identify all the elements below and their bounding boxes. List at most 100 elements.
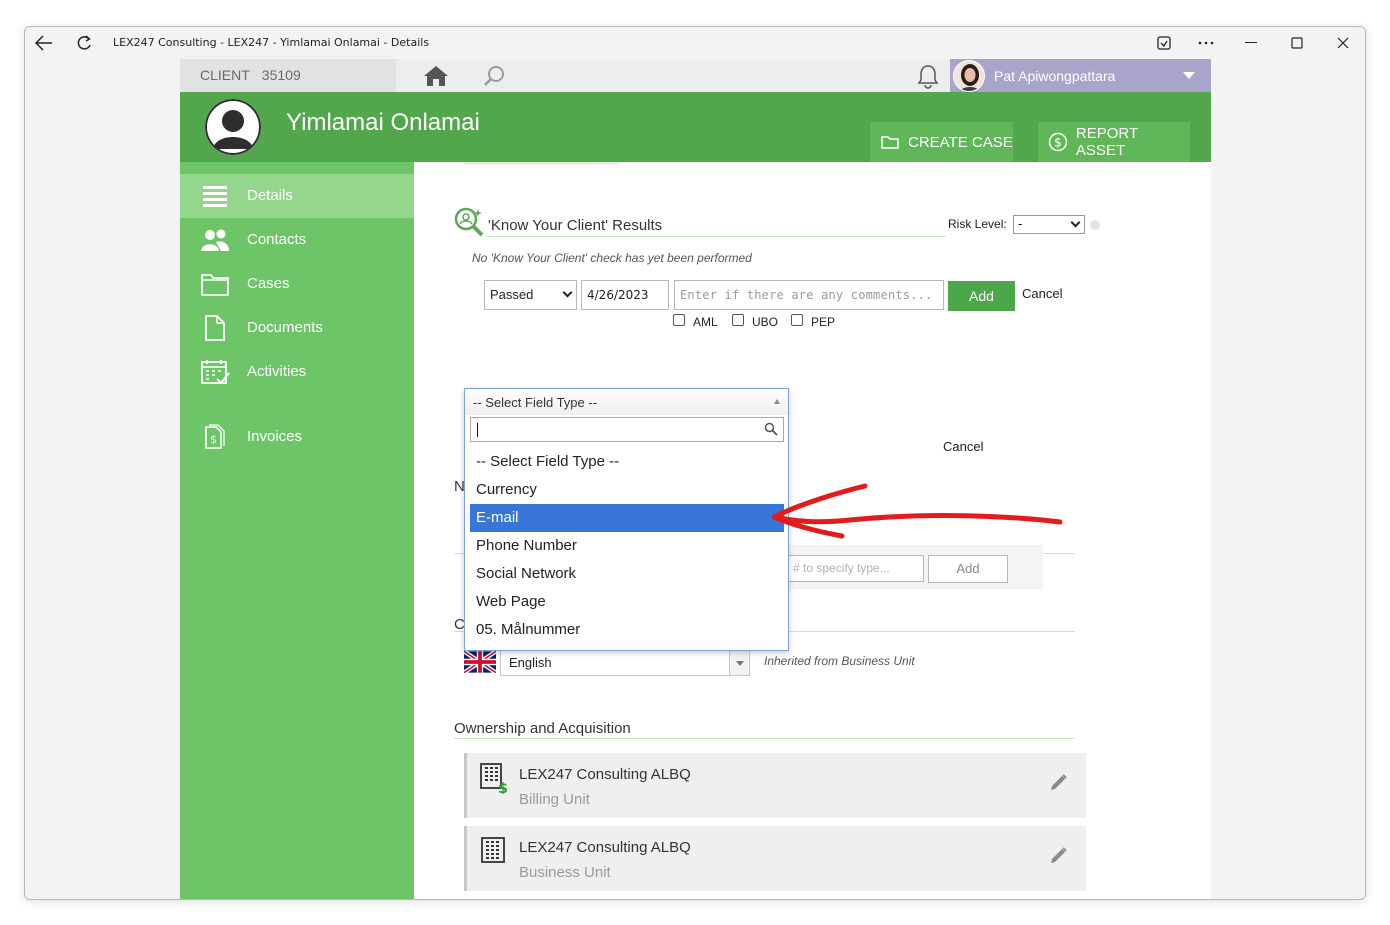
field-type-option-highlighted[interactable]: E-mail (470, 504, 784, 532)
field-type-dropdown[interactable]: -- Select Field Type -- -- Select Field … (464, 388, 789, 651)
risk-level-select[interactable]: - (1013, 215, 1085, 234)
window-title: LEX247 Consulting - LEX247 - Yimlamai On… (113, 36, 430, 49)
uk-flag-icon (462, 649, 498, 675)
field-type-selected: -- Select Field Type -- (473, 395, 598, 410)
sidebar-item-label: Invoices (247, 428, 303, 445)
chevron-down-icon (1183, 72, 1195, 79)
field-type-option[interactable]: Phone Number (470, 532, 784, 560)
details-icon (203, 186, 227, 207)
kyc-cancel-link[interactable]: Cancel (1022, 286, 1062, 301)
calendar-check-icon (201, 360, 230, 385)
sidebar-item-label: Documents (247, 319, 323, 336)
risk-level-value: - (1018, 217, 1023, 231)
document-icon (205, 315, 225, 341)
chevron-down-icon (1070, 217, 1081, 228)
field-type-option[interactable]: 05. Målnummer (470, 616, 784, 644)
contact-cancel-link[interactable]: Cancel (943, 439, 983, 454)
kyc-status-value: Passed (490, 287, 534, 302)
refresh-icon[interactable] (73, 32, 95, 54)
search-icon[interactable] (482, 64, 506, 88)
billing-unit-card[interactable]: $ LEX247 Consulting ALBQ Billing Unit (464, 753, 1086, 818)
create-case-button[interactable]: CREATE CASE (870, 122, 1013, 162)
folder-icon (201, 274, 229, 296)
maximize-icon[interactable] (1286, 32, 1308, 54)
sidebar-item-label: Contacts (247, 231, 307, 248)
report-asset-button[interactable]: $ REPORT ASSET (1038, 122, 1190, 162)
pep-label: PEP (811, 315, 836, 329)
invoice-icon: $ (205, 424, 225, 449)
sidebar-item-details[interactable]: Details (180, 174, 414, 218)
report-asset-label: REPORT ASSET (1075, 125, 1138, 159)
user-menu[interactable]: Pat Apiwongpattara (950, 59, 1211, 92)
minimize-icon[interactable] (1240, 32, 1262, 54)
field-type-option[interactable]: Web Page (470, 588, 784, 616)
owner-type: Billing Unit (519, 791, 590, 808)
sidebar-item-label: Activities (247, 363, 307, 380)
kyc-add-button[interactable]: Add (948, 281, 1015, 311)
client-label: CLIENT (200, 67, 250, 83)
top-bar: CLIENT 35109 Pat Apiwongpattara (180, 59, 1211, 92)
sidebar-item-activities[interactable]: Activities (180, 350, 414, 394)
ubo-checkbox[interactable] (732, 314, 744, 326)
chevron-up-icon (774, 399, 780, 404)
sidebar-item-label: Cases (247, 275, 290, 292)
pencil-icon[interactable] (1047, 845, 1069, 867)
home-icon[interactable] (423, 64, 449, 88)
chevron-down-icon (729, 651, 749, 675)
back-arrow-icon[interactable] (33, 32, 55, 54)
building-dollar-icon: $ (480, 763, 508, 794)
risk-level-label: Risk Level: (948, 217, 1007, 231)
sidebar: Details Contacts Cases Documents Activit… (180, 162, 414, 899)
language-inherited-note: Inherited from Business Unit (764, 654, 915, 668)
kyc-note: No 'Know Your Client' check has yet been… (472, 251, 752, 265)
kyc-title: 'Know Your Client' Results (488, 217, 663, 234)
business-unit-card[interactable]: LEX247 Consulting ALBQ Business Unit (464, 826, 1086, 891)
language-select[interactable]: English (500, 650, 750, 676)
text-cursor (477, 423, 478, 437)
cast-icon[interactable] (1153, 32, 1175, 54)
folder-icon (881, 136, 899, 149)
language-value: English (509, 655, 552, 670)
sidebar-item-cases[interactable]: Cases (180, 262, 414, 306)
owner-name: LEX247 Consulting ALBQ (519, 766, 691, 783)
field-type-option[interactable]: Currency (470, 476, 784, 504)
contact-type-input[interactable]: # to specify type... (788, 555, 924, 582)
svg-text:$: $ (1054, 135, 1062, 149)
client-header: Yimlamai Onlamai CREATE CASE $ REPORT AS… (180, 92, 1211, 162)
field-type-select-head[interactable]: -- Select Field Type -- (465, 389, 788, 415)
contact-add-panel: # to specify type... Add (788, 545, 1043, 589)
create-case-label: CREATE CASE (908, 133, 1013, 151)
owner-name: LEX247 Consulting ALBQ (519, 839, 691, 856)
sidebar-item-contacts[interactable]: Contacts (180, 218, 414, 262)
ubo-label: UBO (752, 315, 779, 329)
field-type-option[interactable]: Social Network (470, 560, 784, 588)
chevron-down-icon (562, 287, 573, 298)
kyc-date-input[interactable]: 4/26/2023 (581, 280, 669, 310)
more-options-icon[interactable] (1195, 32, 1217, 54)
pencil-icon[interactable] (1047, 772, 1069, 794)
bell-icon[interactable] (917, 63, 939, 89)
close-icon[interactable] (1332, 32, 1354, 54)
field-type-option[interactable]: -- Select Field Type -- (470, 448, 784, 476)
building-icon (481, 837, 505, 863)
client-avatar (205, 99, 261, 155)
sidebar-item-label: Details (247, 187, 293, 204)
title-bar: LEX247 Consulting - LEX247 - Yimlamai On… (25, 27, 1365, 59)
sidebar-item-invoices[interactable]: $ Invoices (180, 415, 414, 459)
dollar-circle-icon: $ (1048, 132, 1068, 152)
client-name: Yimlamai Onlamai (286, 109, 480, 136)
aml-checkbox[interactable] (673, 314, 685, 326)
avatar (953, 60, 985, 92)
kyc-status-select[interactable]: Passed (484, 280, 577, 310)
kyc-divider (486, 236, 946, 237)
contact-add-button[interactable]: Add (928, 555, 1008, 583)
field-type-search-input[interactable] (470, 417, 784, 442)
client-number-box: CLIENT 35109 (180, 59, 396, 92)
red-arrow-annotation (771, 483, 1063, 539)
pep-checkbox[interactable] (791, 314, 803, 326)
kyc-comments-input[interactable]: Enter if there are any comments... (674, 280, 944, 310)
tab-indicator (464, 162, 620, 165)
aml-label: AML (693, 315, 718, 329)
sidebar-item-documents[interactable]: Documents (180, 306, 414, 350)
ownership-divider (454, 738, 1075, 739)
